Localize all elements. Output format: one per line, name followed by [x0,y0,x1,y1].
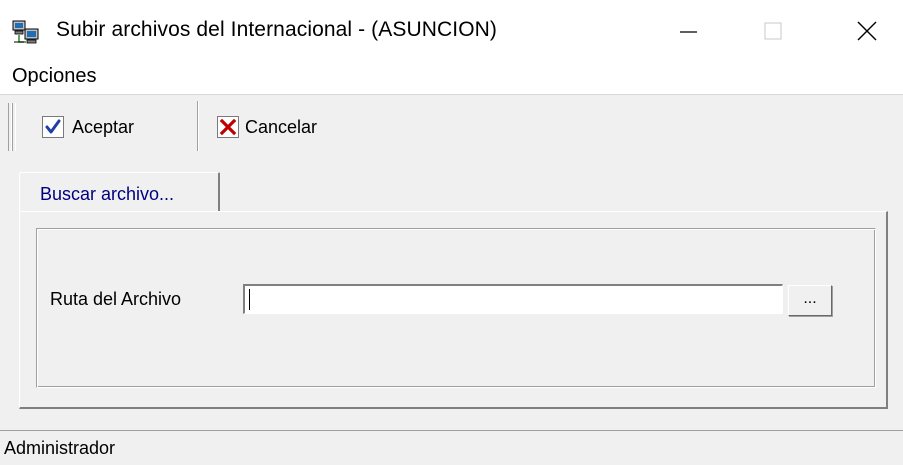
x-cross-icon [217,116,239,138]
maximize-icon [764,22,782,40]
minimize-icon [680,31,697,33]
text-caret [249,289,250,310]
path-input[interactable] [243,284,783,314]
toolbar-grip-2 [12,103,16,151]
cancel-button[interactable]: Cancelar [217,105,317,149]
tab-label: Buscar archivo... [40,184,175,204]
cancel-label: Cancelar [245,116,318,137]
minimize-button[interactable] [660,0,724,62]
check-icon [42,116,64,138]
network-computers-icon [12,20,40,46]
status-bar: Administrador [0,430,903,465]
status-user: Administrador [4,438,116,458]
window-title: Subir archivos del Internacional - (ASUN… [56,18,497,41]
accept-label: Aceptar [72,116,135,137]
accept-button[interactable]: Aceptar [42,105,134,149]
tab-buscar-archivo[interactable]: Buscar archivo... [19,172,220,213]
path-label: Ruta del Archivo [50,289,182,309]
close-button[interactable] [833,0,897,62]
maximize-button[interactable] [743,0,807,62]
browse-button[interactable]: ... [788,285,832,316]
toolbar-separator [197,101,198,151]
close-icon [857,21,877,41]
menu-opciones[interactable]: Opciones [12,65,97,88]
menu-bar: Opciones [0,62,903,94]
title-bar[interactable]: Subir archivos del Internacional - (ASUN… [0,0,903,62]
dialog-window: Subir archivos del Internacional - (ASUN… [0,0,903,465]
toolbar: Aceptar Cancelar [0,94,903,157]
